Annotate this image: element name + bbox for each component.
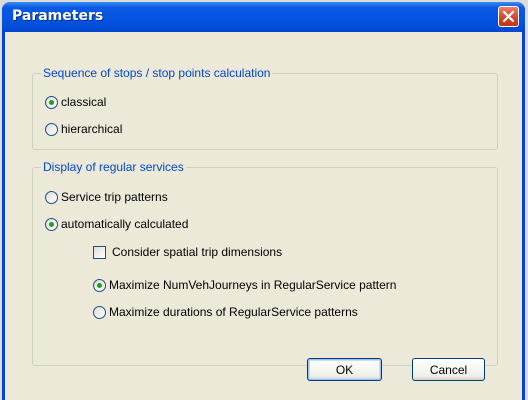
classical-radio[interactable]: classical: [45, 93, 106, 111]
radio-unselected-icon: [45, 122, 58, 136]
consider-spatial-label: Consider spatial trip dimensions: [112, 245, 283, 259]
dialog-body: Sequence of stops / stop points calculat…: [5, 32, 522, 400]
dialog-title: Parameters: [12, 8, 104, 24]
automatically-calculated-label: automatically calculated: [61, 217, 189, 231]
maximize-numvehjourneys-radio[interactable]: Maximize NumVehJourneys in RegularServic…: [93, 276, 396, 294]
radio-selected-icon: [93, 278, 106, 292]
maximize-durations-label: Maximize durations of RegularService pat…: [109, 305, 358, 319]
consider-spatial-checkbox[interactable]: Consider spatial trip dimensions: [93, 243, 282, 261]
service-trip-patterns-label: Service trip patterns: [61, 190, 168, 204]
radio-unselected-icon: [45, 190, 58, 204]
parameters-dialog: Parameters Sequence of stops / stop poin…: [2, 2, 525, 400]
radio-unselected-icon: [93, 305, 106, 319]
classical-label: classical: [61, 95, 107, 109]
title-bar[interactable]: Parameters: [2, 2, 525, 32]
maximize-durations-radio[interactable]: Maximize durations of RegularService pat…: [93, 303, 358, 321]
stop-sequence-legend: Sequence of stops / stop points calculat…: [43, 66, 271, 80]
radio-selected-icon: [45, 95, 58, 109]
service-trip-patterns-radio[interactable]: Service trip patterns: [45, 188, 168, 206]
cancel-button[interactable]: Cancel: [412, 358, 485, 381]
ok-button[interactable]: OK: [307, 358, 382, 381]
automatically-calculated-radio[interactable]: automatically calculated: [45, 215, 188, 233]
hierarchical-label: hierarchical: [61, 122, 123, 136]
radio-selected-icon: [45, 217, 58, 231]
maximize-numvehjourneys-label: Maximize NumVehJourneys in RegularServic…: [109, 278, 397, 292]
regular-services-legend: Display of regular services: [43, 160, 184, 174]
close-button[interactable]: [498, 6, 519, 27]
checkbox-unchecked-icon: [93, 245, 106, 259]
close-icon: [502, 10, 515, 23]
hierarchical-radio[interactable]: hierarchical: [45, 120, 122, 138]
